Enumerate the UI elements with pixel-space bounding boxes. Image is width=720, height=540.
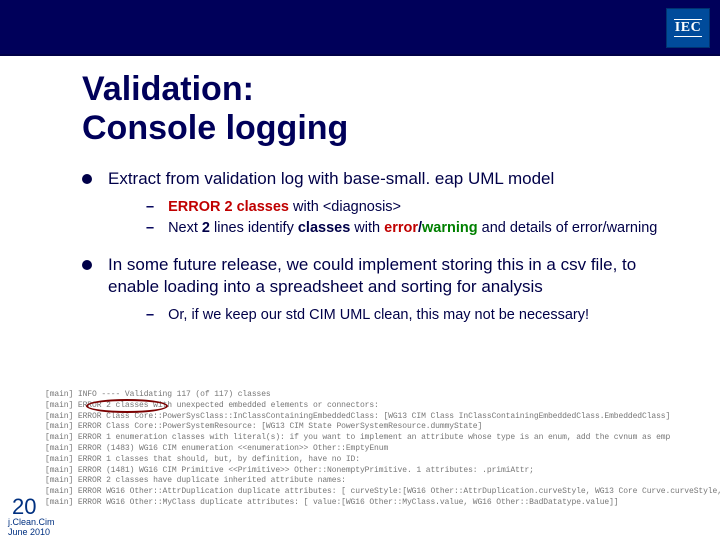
sub-bullet-text: ERROR 2 classes with <diagnosis>	[168, 198, 684, 217]
sub-bullet: – Next 2 lines identify classes with err…	[146, 219, 684, 238]
sub-bullet-text: Next 2 lines identify classes with error…	[168, 219, 684, 238]
sub-bullet-list: – ERROR 2 classes with <diagnosis> – Nex…	[146, 198, 684, 238]
log-line: [main] ERROR (1481) WG16 CIM Primitive <…	[45, 466, 714, 477]
bullet-text: In some future release, we could impleme…	[108, 254, 684, 298]
footer-line-2: June 2010	[8, 528, 55, 538]
header-bar: IEC	[0, 0, 720, 56]
log-line: [main] ERROR Class Core::PowerSysClass::…	[45, 412, 714, 423]
dash-icon: –	[146, 219, 154, 238]
bullet-level1: In some future release, we could impleme…	[82, 254, 684, 298]
sub-bullet: – ERROR 2 classes with <diagnosis>	[146, 198, 684, 217]
dash-icon: –	[146, 306, 154, 325]
log-line: [main] ERROR WG16 Other::AttrDuplication…	[45, 487, 714, 498]
console-log-screenshot: [main] INFO ---- Validating 117 (of 117)…	[45, 390, 714, 505]
slide-title: Validation: Console logging	[82, 70, 348, 148]
log-line: [main] INFO ---- Validating 117 (of 117)…	[45, 390, 714, 401]
sub-bullet: – Or, if we keep our std CIM UML clean, …	[146, 306, 684, 325]
log-line: [main] ERROR 1 enumeration classes with …	[45, 433, 714, 444]
footer: j.Clean.Cim June 2010	[8, 518, 55, 538]
bullet-icon	[82, 260, 92, 270]
slide-body: Extract from validation log with base-sm…	[82, 168, 684, 341]
log-line: [main] ERROR 2 classes have duplicate in…	[45, 476, 714, 487]
log-line: [main] ERROR 2 classes with unexpected e…	[45, 401, 714, 412]
title-line-1: Validation:	[82, 70, 348, 109]
slide: IEC Validation: Console logging Extract …	[0, 0, 720, 540]
bullet-icon	[82, 174, 92, 184]
log-line: [main] ERROR Class Core::PowerSystemReso…	[45, 422, 714, 433]
bullet-text: Extract from validation log with base-sm…	[108, 168, 684, 190]
dash-icon: –	[146, 198, 154, 217]
title-line-2: Console logging	[82, 109, 348, 148]
sub-bullet-list: – Or, if we keep our std CIM UML clean, …	[146, 306, 684, 325]
sub-bullet-text: Or, if we keep our std CIM UML clean, th…	[168, 306, 684, 325]
log-line: [main] ERROR 1 classes that should, but,…	[45, 455, 714, 466]
log-line: [main] ERROR (1483) WG16 CIM enumeration…	[45, 444, 714, 455]
bullet-level1: Extract from validation log with base-sm…	[82, 168, 684, 190]
iec-logo: IEC	[666, 8, 710, 48]
page-number: 20	[12, 494, 36, 520]
log-line: [main] ERROR WG16 Other::MyClass duplica…	[45, 498, 714, 509]
iec-logo-text: IEC	[674, 19, 702, 37]
